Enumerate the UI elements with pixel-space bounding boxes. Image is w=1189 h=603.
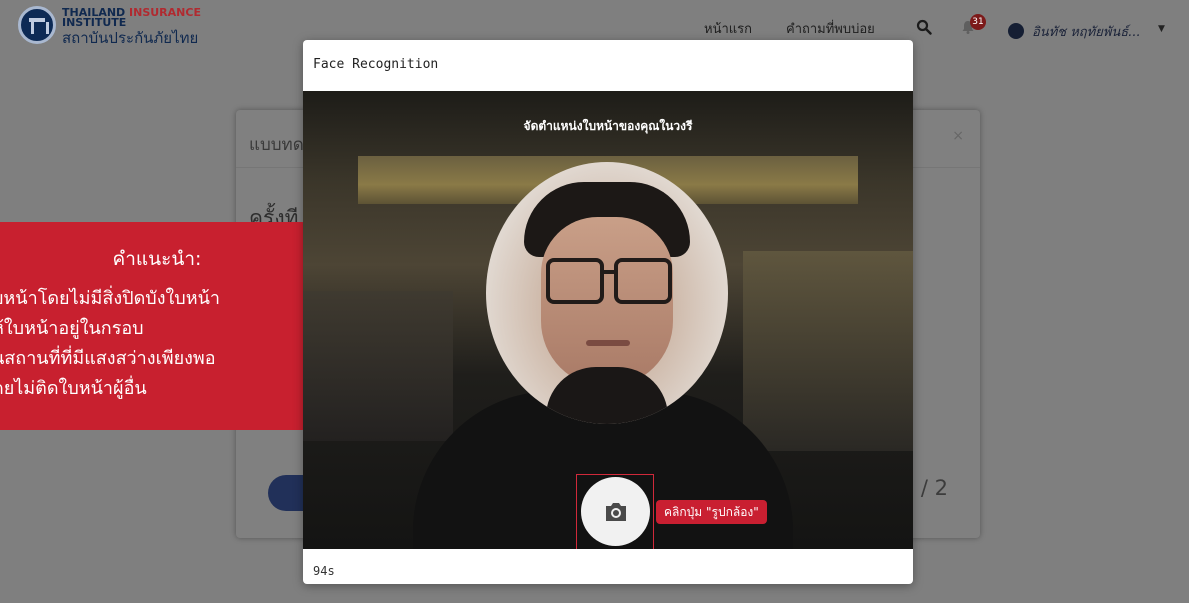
face-guide-oval	[486, 162, 728, 424]
capture-button[interactable]	[581, 477, 650, 546]
user-icon[interactable]	[1008, 23, 1024, 39]
camera-background	[303, 291, 453, 441]
face-recognition-modal: Face Recognition จัดตำแหน่งใบหน้าของคุณใ…	[303, 40, 913, 584]
instruction-line: ห้ใบหน้าอยู่ในกรอบ	[0, 318, 144, 339]
page-indicator: / 2	[920, 476, 948, 500]
modal-title: Face Recognition	[313, 57, 439, 72]
camera-hint: จัดตำแหน่งใบหน้าของคุณในวงรี	[523, 119, 693, 133]
instructions-panel: คำแนะนำ: บหน้าโดยไม่มีสิ่งปิดบังใบหน้า ห…	[0, 222, 314, 430]
site-logo[interactable]: THAILAND INSURANCE INSTITUTE สถาบันประกั…	[18, 6, 218, 51]
logo-text-line3: สถาบันประกันภัยไทย	[62, 29, 199, 47]
camera-preview: จัดตำแหน่งใบหน้าของคุณในวงรี คลิกปุ่ม "ร…	[303, 91, 913, 549]
countdown-timer: 94s	[313, 564, 335, 578]
search-icon[interactable]	[916, 19, 932, 35]
glasses-lens	[614, 258, 672, 304]
logo-insurance: INSURANCE	[129, 6, 201, 19]
mouth	[586, 340, 630, 346]
camera-icon	[606, 503, 626, 521]
instructions-title: คำแนะนำ:	[112, 248, 202, 270]
glasses-lens	[546, 258, 604, 304]
user-name[interactable]: อินทัช หฤทัยพันธ์...	[1032, 21, 1141, 42]
capture-tooltip: คลิกปุ่ม "รูปกล้อง"	[656, 500, 767, 524]
instruction-line: ดยไม่ติดใบหน้าผู้อื่น	[0, 378, 147, 399]
nav-faq[interactable]: คำถามที่พบบ่อย	[786, 18, 875, 39]
glasses-bridge	[600, 270, 614, 274]
face-neck	[546, 367, 668, 424]
quiz-card-title: แบบทด	[249, 135, 304, 155]
instruction-line: บหน้าโดยไม่มีสิ่งปิดบังใบหน้า	[0, 288, 220, 309]
notification-badge[interactable]: 31	[970, 14, 986, 30]
camera-background	[743, 251, 913, 451]
logo-text-line2: INSTITUTE	[62, 16, 127, 29]
nav-home[interactable]: หน้าแรก	[704, 18, 752, 39]
logo-mark-icon	[18, 6, 56, 44]
close-icon[interactable]: ×	[952, 128, 964, 144]
instruction-line: นสถานที่ที่มีแสงสว่างเพียงพอ	[0, 348, 216, 369]
chevron-down-icon[interactable]: ▼	[1158, 24, 1165, 34]
